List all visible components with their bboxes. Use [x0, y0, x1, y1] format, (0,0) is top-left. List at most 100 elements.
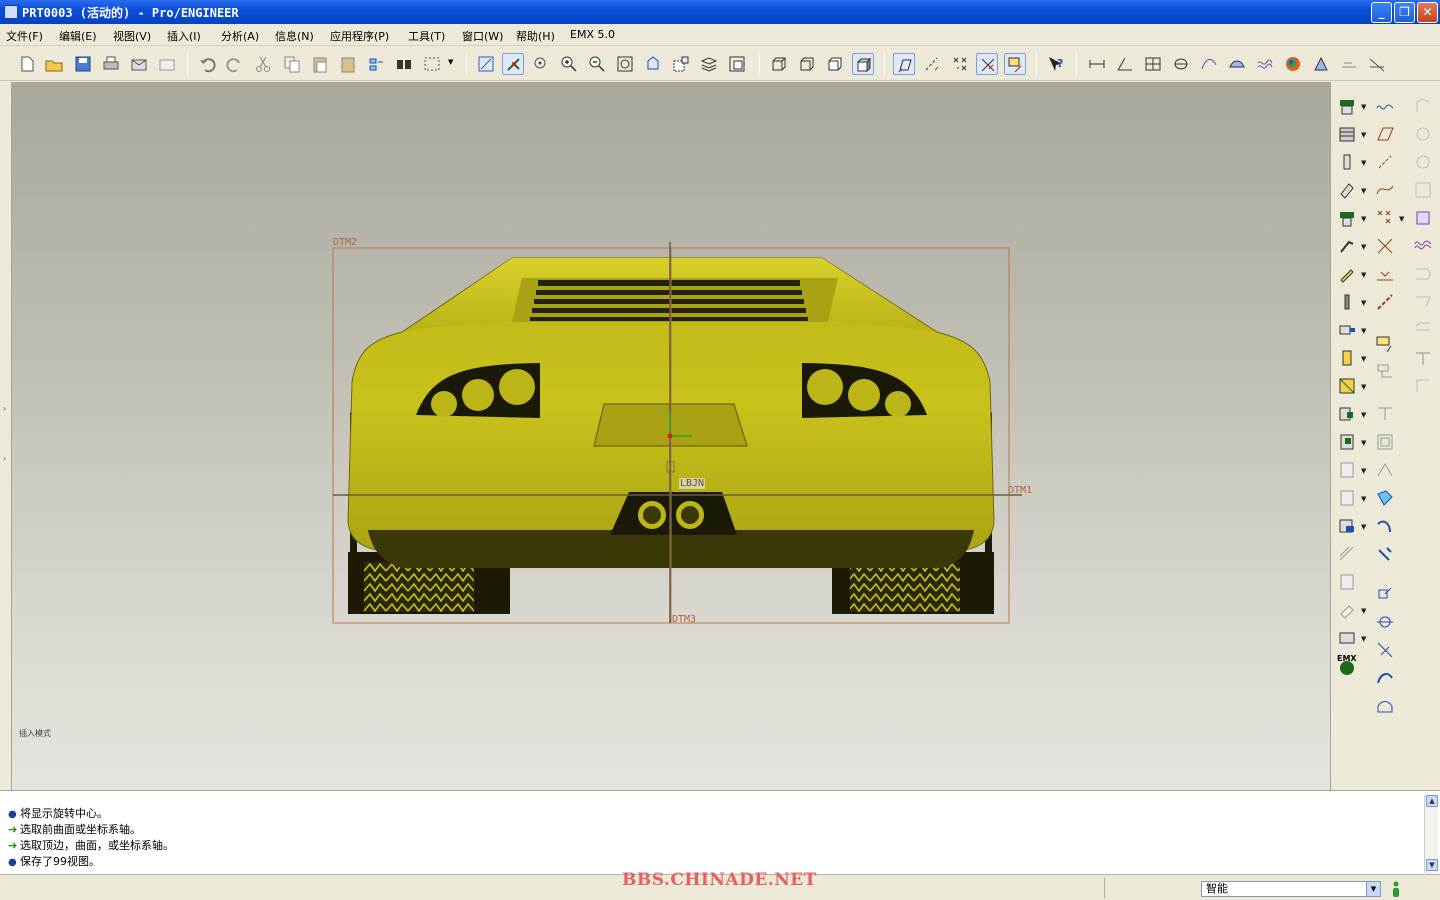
- merge-icon[interactable]: [1335, 542, 1359, 566]
- extrude-icon[interactable]: [1335, 94, 1359, 118]
- paste-special-icon[interactable]: [337, 53, 359, 75]
- rib-icon[interactable]: [1335, 206, 1359, 230]
- chamfer-icon[interactable]: [1335, 290, 1359, 314]
- datum-label-center[interactable]: LBJN: [679, 478, 706, 489]
- no-hidden-icon[interactable]: [824, 53, 846, 75]
- measure-angle-icon[interactable]: [1114, 53, 1136, 75]
- datum-axis-icon[interactable]: [1373, 150, 1397, 174]
- spinal-bend-icon[interactable]: [1373, 610, 1397, 634]
- refit-icon[interactable]: [614, 53, 636, 75]
- dropdown-arrow-icon[interactable]: ▼: [1361, 383, 1366, 391]
- boundary-icon[interactable]: [1373, 430, 1397, 454]
- feature-disabled-icon[interactable]: [1411, 150, 1435, 174]
- email-link-icon[interactable]: [156, 53, 178, 75]
- context-help-icon[interactable]: ?: [1045, 53, 1067, 75]
- thicken-icon[interactable]: [1335, 486, 1359, 510]
- redo-icon[interactable]: [224, 53, 246, 75]
- datum-label-bottom[interactable]: DTM3: [672, 614, 696, 625]
- menu-view[interactable]: 视图(V): [113, 28, 151, 44]
- feature-disabled-icon[interactable]: [1411, 94, 1435, 118]
- repaint-icon[interactable]: [475, 53, 497, 75]
- print-icon[interactable]: [100, 53, 122, 75]
- round-icon[interactable]: [1335, 262, 1359, 286]
- view-manager-icon[interactable]: [726, 53, 748, 75]
- open-folder-icon[interactable]: [43, 53, 65, 75]
- coord-systems-icon[interactable]: [976, 53, 998, 75]
- regenerate-icon[interactable]: [365, 53, 387, 75]
- feature-disabled-icon[interactable]: [1411, 122, 1435, 146]
- copy-geometry-icon[interactable]: [1373, 582, 1397, 606]
- expand-arrow-icon[interactable]: ›: [3, 454, 6, 463]
- offset-icon[interactable]: [1335, 458, 1359, 482]
- graphics-viewport[interactable]: DTM2 DTM1 DTM3 LBJN 插入模式: [12, 82, 1330, 790]
- menu-edit[interactable]: 编辑(E): [59, 28, 97, 44]
- zoom-in-icon[interactable]: [558, 53, 580, 75]
- datum-curve-icon[interactable]: [1373, 178, 1397, 202]
- menu-info[interactable]: 信息(N): [275, 28, 314, 44]
- measure-distance-icon[interactable]: [1086, 53, 1108, 75]
- toroidal-bend-icon[interactable]: [1373, 542, 1397, 566]
- menu-tools[interactable]: 工具(T): [408, 28, 445, 44]
- select-box-icon[interactable]: [421, 53, 443, 75]
- solidify-icon[interactable]: [1335, 514, 1359, 538]
- maximize-button[interactable]: ❐: [1394, 2, 1415, 23]
- revolve-icon[interactable]: [1335, 122, 1359, 146]
- model-scene[interactable]: [12, 82, 1330, 790]
- dropdown-arrow-icon[interactable]: ▼: [1361, 243, 1366, 251]
- dropdown-arrow-icon[interactable]: ▼: [1361, 439, 1366, 447]
- undo-icon[interactable]: [196, 53, 218, 75]
- select-dropdown-icon[interactable]: ▼: [446, 53, 456, 75]
- dropdown-arrow-icon[interactable]: ▼: [1361, 635, 1366, 643]
- hidden-line-icon[interactable]: [796, 53, 818, 75]
- app-icon[interactable]: [4, 5, 18, 19]
- dropdown-arrow-icon[interactable]: ▼: [1361, 215, 1366, 223]
- dropdown-arrow-icon[interactable]: ▼: [1361, 187, 1366, 195]
- analysis-feature-icon[interactable]: [1373, 262, 1397, 286]
- dropdown-arrow-icon[interactable]: ▼: [1361, 271, 1366, 279]
- emx-icon[interactable]: EMX: [1335, 654, 1359, 678]
- menu-window[interactable]: 窗口(W): [462, 28, 503, 44]
- chevron-down-icon[interactable]: ▼: [1366, 882, 1380, 896]
- datum-axes-icon[interactable]: [921, 53, 943, 75]
- expand-arrow-icon[interactable]: ›: [3, 404, 6, 413]
- curve-analysis-icon[interactable]: [1198, 53, 1220, 75]
- feature-disabled-icon[interactable]: [1411, 178, 1435, 202]
- dropdown-arrow-icon[interactable]: ▼: [1361, 607, 1366, 615]
- saved-views-icon[interactable]: [670, 53, 692, 75]
- cut-icon[interactable]: [252, 53, 274, 75]
- surface-analysis-icon[interactable]: [1226, 53, 1248, 75]
- shade-analysis-icon[interactable]: [1282, 53, 1304, 75]
- dropdown-arrow-icon[interactable]: ▼: [1361, 159, 1366, 167]
- draft-analysis-icon[interactable]: [1310, 53, 1332, 75]
- feature-disabled-icon[interactable]: [1411, 346, 1435, 370]
- scroll-down-icon[interactable]: ▼: [1426, 859, 1438, 871]
- note-icon[interactable]: [1373, 332, 1397, 356]
- hole-icon[interactable]: [1335, 150, 1359, 174]
- draft-icon[interactable]: [1335, 234, 1359, 258]
- menu-file[interactable]: 文件(F): [6, 28, 43, 44]
- dropdown-arrow-icon[interactable]: ▼: [1361, 495, 1366, 503]
- spin-center-icon[interactable]: [502, 53, 524, 75]
- freestyle-icon[interactable]: [1373, 666, 1397, 690]
- datum-csys-icon[interactable]: [1373, 234, 1397, 258]
- zoom-out-icon[interactable]: [586, 53, 608, 75]
- saved-analysis-icon[interactable]: [1338, 53, 1360, 75]
- wireframe-icon[interactable]: [768, 53, 790, 75]
- scroll-up-icon[interactable]: ▲: [1426, 795, 1438, 807]
- symbol-icon[interactable]: [1373, 360, 1397, 384]
- datum-label-right[interactable]: DTM1: [1008, 485, 1032, 496]
- feature-disabled-icon[interactable]: [1411, 318, 1435, 342]
- shell-icon[interactable]: [1335, 178, 1359, 202]
- measure-area-icon[interactable]: [1142, 53, 1164, 75]
- feature-disabled-icon[interactable]: [1411, 206, 1435, 230]
- pattern-icon[interactable]: [1335, 374, 1359, 398]
- wrap-icon[interactable]: [1335, 626, 1359, 650]
- feature-disabled-icon[interactable]: [1411, 374, 1435, 398]
- dropdown-arrow-icon[interactable]: ▼: [1361, 131, 1366, 139]
- dropdown-arrow-icon[interactable]: ▼: [1361, 299, 1366, 307]
- minimize-button[interactable]: _: [1371, 2, 1392, 23]
- dropdown-arrow-icon[interactable]: ▼: [1399, 215, 1404, 223]
- datum-planes-icon[interactable]: [893, 53, 915, 75]
- message-scrollbar[interactable]: ▲ ▼: [1424, 795, 1438, 873]
- blend-icon[interactable]: [1335, 346, 1359, 370]
